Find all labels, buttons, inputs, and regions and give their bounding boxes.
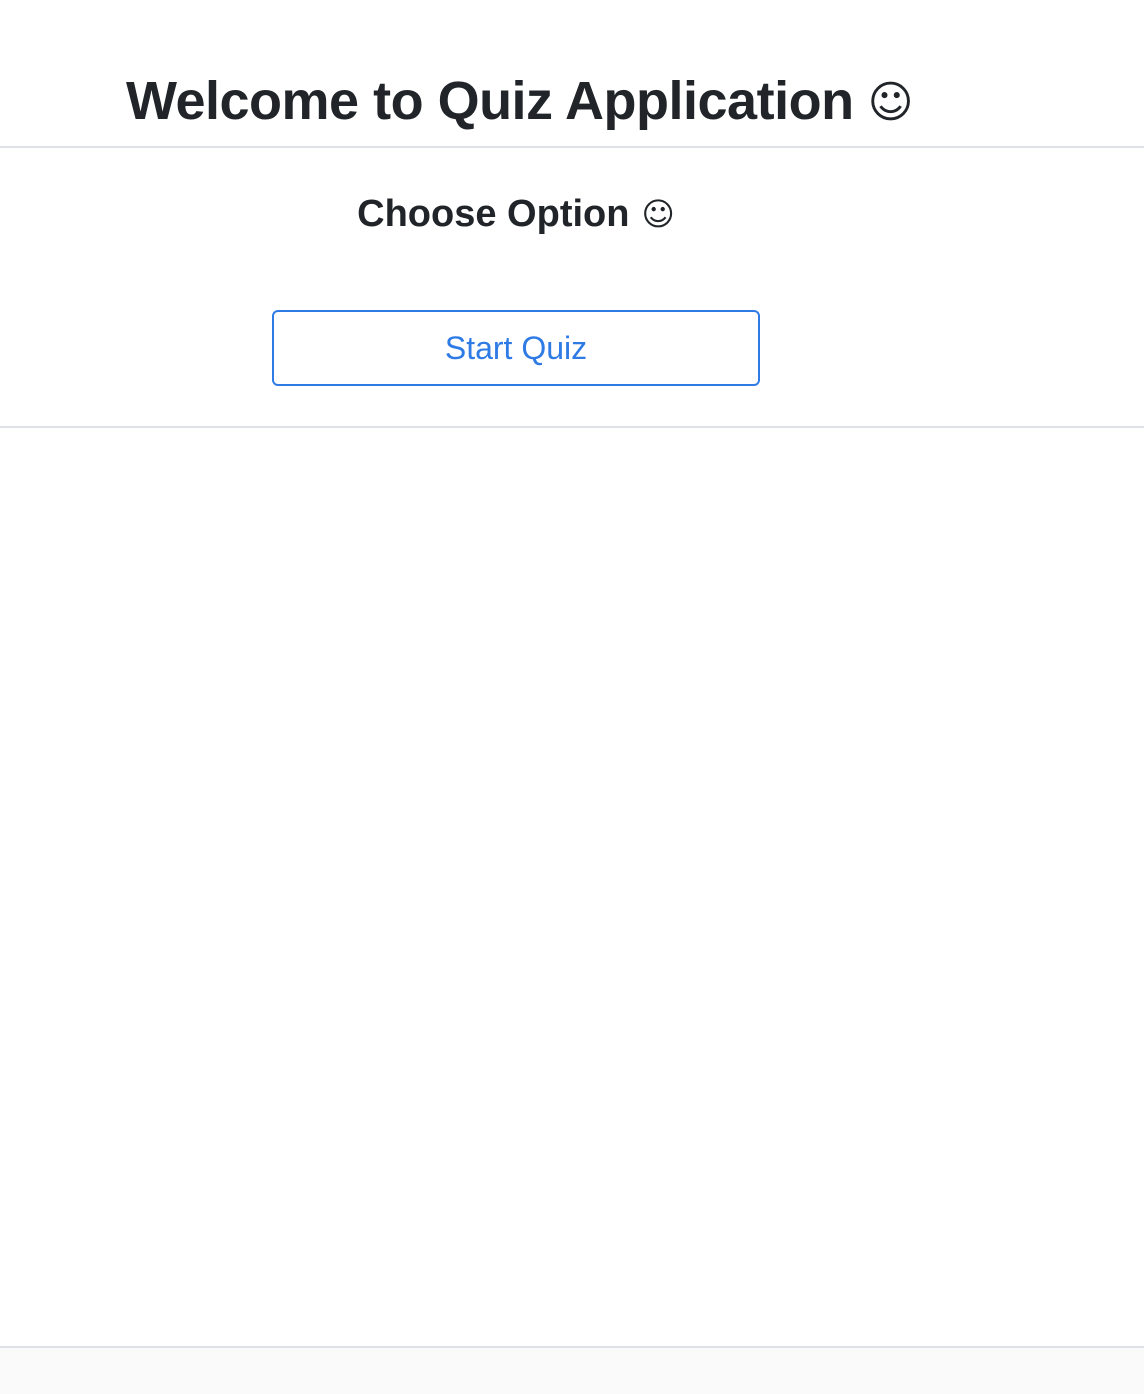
section-title-text: Choose Option — [357, 193, 630, 235]
content-area — [0, 428, 1144, 1346]
app-header: Welcome to Quiz Application ☺ — [0, 0, 1144, 148]
app-footer — [0, 1346, 1144, 1394]
quiz-app-page: Welcome to Quiz Application ☺ Choose Opti… — [0, 0, 1144, 1394]
app-title: Welcome to Quiz Application ☺ — [126, 68, 913, 136]
section-title: Choose Option ☺ — [0, 188, 1032, 240]
start-quiz-button[interactable]: Start Quiz — [272, 310, 760, 386]
smiley-face-icon: ☺ — [867, 77, 914, 128]
smiley-face-icon: ☺ — [641, 195, 675, 233]
app-title-text: Welcome to Quiz Application — [126, 71, 854, 131]
choose-option-panel: Choose Option ☺ Start Quiz — [0, 148, 1144, 428]
